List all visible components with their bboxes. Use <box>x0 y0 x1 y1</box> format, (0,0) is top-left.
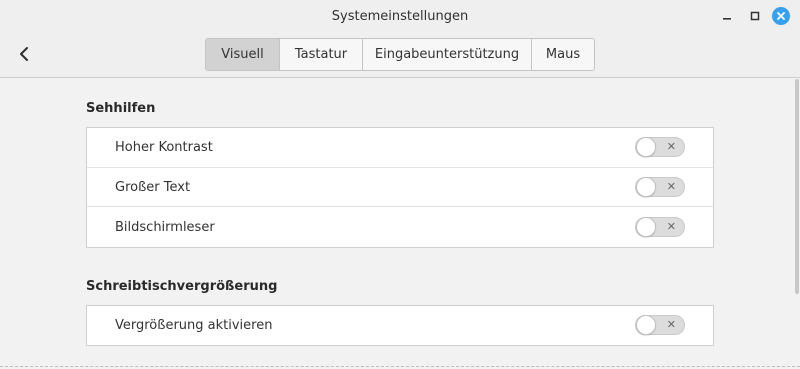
off-x-icon: ✕ <box>666 180 676 193</box>
tab-bar: Visuell Tastatur Eingabeunterstützung Ma… <box>205 38 595 71</box>
section-title-schreibtischvergroesserung: Schreibtischvergrößerung <box>86 279 278 294</box>
tab-eingabeunterstuetzung[interactable]: Eingabeunterstützung <box>362 39 531 70</box>
title-bar: Systemeinstellungen Visuell Tastatur Ein… <box>0 0 800 78</box>
tab-visuell[interactable]: Visuell <box>206 39 279 70</box>
maximize-icon <box>750 11 760 21</box>
bildschirmleser-toggle[interactable]: ✕ <box>635 217 685 237</box>
setting-row-bildschirmleser: Bildschirmleser ✕ <box>87 206 713 247</box>
toggle-knob <box>636 315 656 335</box>
back-button[interactable] <box>14 43 34 65</box>
settings-panel-vergroesserung: Vergrößerung aktivieren ✕ <box>86 305 714 346</box>
tab-tastatur[interactable]: Tastatur <box>279 39 362 70</box>
minimize-icon <box>723 18 731 20</box>
off-x-icon: ✕ <box>666 220 676 233</box>
toggle-knob <box>636 137 656 157</box>
minimize-button[interactable] <box>718 7 736 25</box>
section-title-sehhilfen: Sehhilfen <box>86 101 156 116</box>
setting-label: Bildschirmleser <box>115 220 215 235</box>
maximize-button[interactable] <box>746 7 764 25</box>
grosser-text-toggle[interactable]: ✕ <box>635 177 685 197</box>
hoher-kontrast-toggle[interactable]: ✕ <box>635 137 685 157</box>
tab-maus[interactable]: Maus <box>531 39 594 70</box>
toggle-knob <box>636 177 656 197</box>
off-x-icon: ✕ <box>666 140 676 153</box>
setting-row-hoher-kontrast: Hoher Kontrast ✕ <box>87 128 713 167</box>
setting-label: Hoher Kontrast <box>115 140 213 155</box>
settings-panel-sehhilfen: Hoher Kontrast ✕ Großer Text ✕ Bildschir… <box>86 127 714 248</box>
window-title: Systemeinstellungen <box>331 9 469 24</box>
setting-label: Großer Text <box>115 180 191 195</box>
scrollbar[interactable] <box>795 79 799 294</box>
setting-label: Vergrößerung aktivieren <box>115 318 273 333</box>
close-button[interactable] <box>772 7 790 25</box>
setting-row-vergroesserung: Vergrößerung aktivieren ✕ <box>87 306 713 345</box>
close-icon <box>777 12 785 20</box>
setting-row-grosser-text: Großer Text ✕ <box>87 167 713 206</box>
vergroesserung-toggle[interactable]: ✕ <box>635 315 685 335</box>
window-bottom-edge <box>0 366 800 367</box>
toggle-knob <box>636 217 656 237</box>
off-x-icon: ✕ <box>666 318 676 331</box>
chevron-left-icon <box>20 47 28 61</box>
